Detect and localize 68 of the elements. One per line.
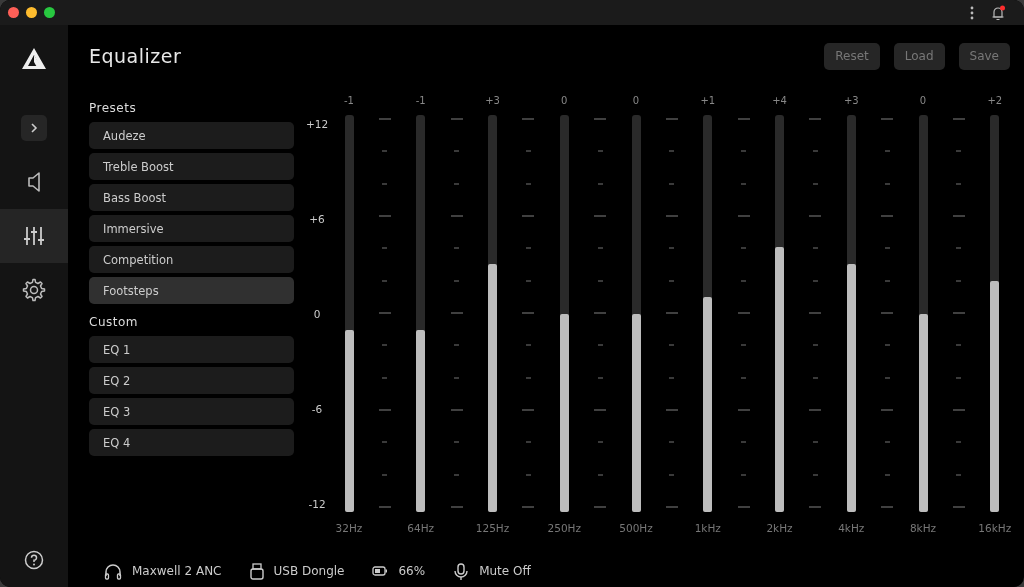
frequency-label: 32Hz <box>335 522 363 534</box>
frequency-label: 125Hz <box>475 522 510 534</box>
frequency-label: 16kHz <box>978 522 1012 534</box>
gain-value: -1 <box>415 95 426 107</box>
notification-bell-icon[interactable] <box>991 4 1006 21</box>
logo-icon <box>22 47 46 70</box>
status-text: Maxwell 2 ANC <box>132 564 222 578</box>
sliders-icon <box>24 225 44 247</box>
gain-value: 0 <box>561 95 568 107</box>
frequency-label: 1kHz <box>694 522 721 534</box>
frequency-label: 4kHz <box>838 522 865 534</box>
battery-icon <box>372 565 389 577</box>
preset-item[interactable]: EQ 4 <box>89 429 294 456</box>
sidebar-tab[interactable] <box>0 209 68 263</box>
usb-stick-icon <box>249 562 264 580</box>
frequency-label: 2kHz <box>766 522 793 534</box>
close-button[interactable] <box>8 7 19 18</box>
help-icon[interactable] <box>24 550 44 570</box>
gain-value: +3 <box>843 95 859 107</box>
minimize-button[interactable] <box>26 7 37 18</box>
status-text: USB Dongle <box>273 564 345 578</box>
preset-item[interactable]: EQ 3 <box>89 398 294 425</box>
scale-label: -12 <box>307 498 327 510</box>
settings-icon <box>22 278 46 302</box>
slider-track[interactable] <box>846 115 856 512</box>
slider-track[interactable] <box>488 115 497 512</box>
slider-track[interactable] <box>416 115 426 512</box>
headphones-icon <box>104 562 122 580</box>
gain-value: 0 <box>919 95 927 107</box>
status-text: 66% <box>398 564 426 578</box>
gain-value: +4 <box>772 95 787 107</box>
slider-track[interactable] <box>918 115 928 512</box>
preset-item[interactable]: EQ 2 <box>89 367 294 394</box>
preset-item[interactable]: Footsteps <box>89 277 294 304</box>
page-title: Equalizer <box>89 45 183 67</box>
slider-track[interactable] <box>344 115 354 512</box>
microphone-icon <box>453 562 470 580</box>
more-icon[interactable] <box>970 4 974 21</box>
preset-item[interactable]: Bass Boost <box>89 184 294 211</box>
slider-track[interactable] <box>703 115 713 512</box>
slider-track[interactable] <box>631 115 641 512</box>
frequency-label: 8kHz <box>909 522 937 534</box>
gain-value: +1 <box>700 95 716 107</box>
slider-track[interactable] <box>990 115 1000 512</box>
gain-value: +3 <box>485 95 500 107</box>
section-heading: Custom <box>89 315 139 329</box>
zoom-button[interactable] <box>44 7 55 18</box>
speaker-icon <box>26 171 42 193</box>
scale-label: +12 <box>304 118 330 130</box>
frequency-label: 500Hz <box>619 522 653 534</box>
gain-value: 0 <box>632 95 640 107</box>
gain-value: -1 <box>344 95 354 107</box>
slider-track[interactable] <box>559 115 569 512</box>
preset-item[interactable]: Competition <box>89 246 294 273</box>
preset-item[interactable]: Immersive <box>89 215 294 242</box>
preset-item[interactable]: Audeze <box>89 122 294 149</box>
frequency-label: 64Hz <box>407 522 435 534</box>
expand-button[interactable] <box>21 115 47 141</box>
preset-item[interactable]: Treble Boost <box>89 153 294 180</box>
slider-track[interactable] <box>775 115 784 512</box>
gain-value: +2 <box>987 95 1003 107</box>
scale-label: 0 <box>312 308 322 320</box>
status-text: Mute Off <box>479 564 531 578</box>
scale-label: +6 <box>308 213 326 225</box>
scale-label: -6 <box>310 403 324 415</box>
preset-item[interactable]: EQ 1 <box>89 336 294 363</box>
frequency-label: 250Hz <box>547 522 581 534</box>
section-heading: Presets <box>89 101 138 115</box>
